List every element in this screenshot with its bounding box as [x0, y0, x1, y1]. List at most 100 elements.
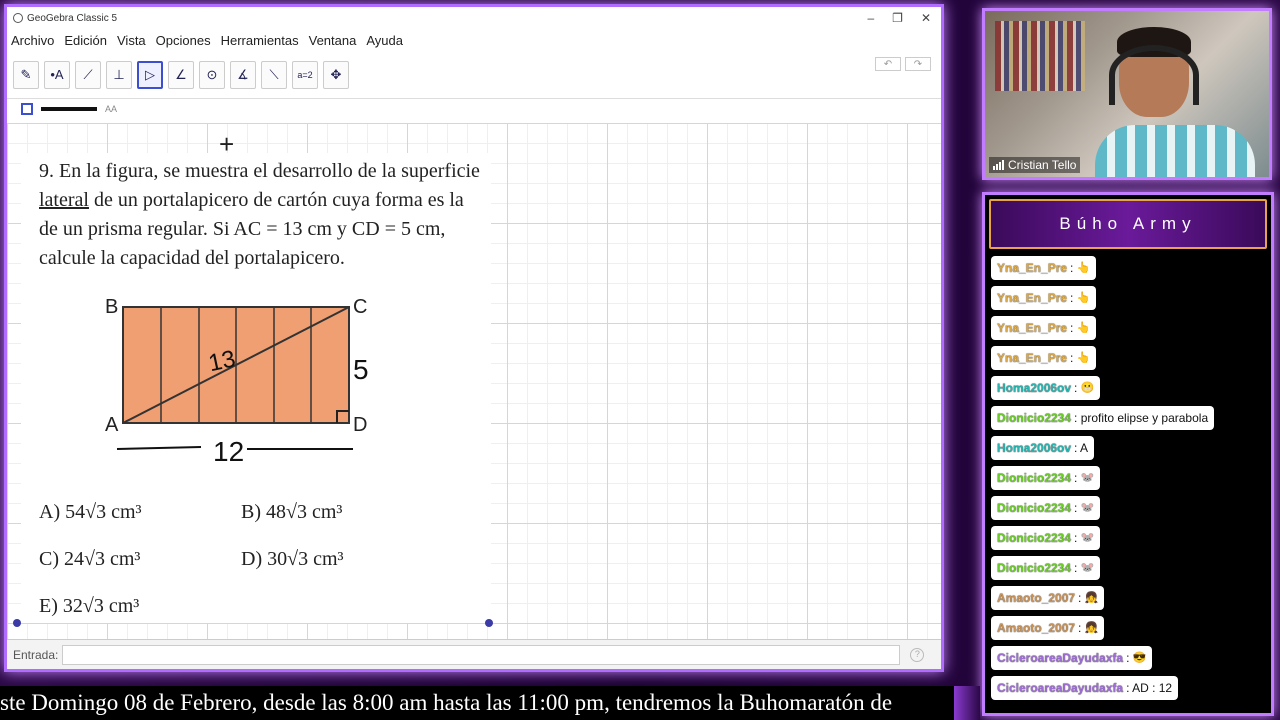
ticker-edge: [954, 686, 980, 720]
emoji-icon: 😎: [1132, 652, 1147, 664]
problem-line-1: 9. En la figura, se muestra el desarroll…: [39, 160, 480, 182]
toolbar: ✎ •A ⟋ ⊥ ▷ ∠ ⊙ ∡ ⟍ a=2 ✥ ↶ ↷: [7, 51, 941, 99]
chat-message: Dionicio2234 : profito elipse y parabola: [991, 406, 1215, 430]
chat-row: CicleroareaDayudaxfa : AD : 12: [989, 673, 1271, 703]
move-tool-icon[interactable]: ✎: [13, 60, 39, 89]
polygon-tool-icon[interactable]: ▷: [137, 60, 163, 89]
chat-message: Yna_En_Pre : 👆: [991, 316, 1097, 340]
chat-message: Homa2006ov : A: [991, 436, 1095, 460]
menu-bar: Archivo Edición Vista Opciones Herramien…: [7, 29, 941, 51]
emoji-icon: 🐭: [1080, 562, 1095, 574]
menu-ventana[interactable]: Ventana: [309, 33, 357, 48]
image-corner-point-left[interactable]: [13, 619, 21, 627]
menu-archivo[interactable]: Archivo: [11, 33, 54, 48]
option-d: D) 30√3 cm³: [241, 548, 344, 570]
diagonal-length-label: 13: [206, 345, 238, 377]
image-corner-point-right[interactable]: [485, 619, 493, 627]
chat-username: Dionicio2234: [997, 411, 1072, 425]
menu-herramientas[interactable]: Herramientas: [221, 33, 299, 48]
graphics-view[interactable]: + 9. En la figura, se muestra el desarro…: [7, 123, 941, 645]
menu-ayuda[interactable]: Ayuda: [366, 33, 403, 48]
maximize-button[interactable]: ❐: [892, 11, 903, 25]
chat-username: CicleroareaDayudaxfa: [997, 681, 1124, 695]
help-icon[interactable]: ?: [910, 647, 925, 662]
angle-measure-tool-icon[interactable]: ∡: [230, 60, 256, 89]
perpendicular-tool-icon[interactable]: ⊥: [106, 60, 132, 89]
reflect-tool-icon[interactable]: ⟍: [261, 60, 287, 89]
close-button[interactable]: ✕: [921, 11, 931, 25]
chat-text: :: [1078, 591, 1082, 605]
text-size-button[interactable]: AA: [105, 104, 117, 114]
emoji-icon: 👆: [1076, 292, 1091, 304]
chat-row: Amaoto_2007 : 👧: [989, 613, 1271, 643]
redo-button[interactable]: ↷: [905, 57, 931, 71]
presenter: [1095, 25, 1255, 177]
emoji-icon: 👆: [1076, 352, 1091, 364]
chat-username: Dionicio2234: [997, 471, 1072, 485]
chat-username: Yna_En_Pre: [997, 291, 1068, 305]
emoji-icon: 🐭: [1080, 532, 1095, 544]
angle-tool-icon[interactable]: ∠: [168, 60, 194, 89]
chat-text: : A: [1074, 441, 1089, 455]
line-style-icon[interactable]: [41, 107, 97, 111]
chat-username: Yna_En_Pre: [997, 321, 1068, 335]
label-d: D: [353, 414, 367, 436]
chat-message: Yna_En_Pre : 👆: [991, 346, 1097, 370]
point-tool-icon[interactable]: •A: [44, 60, 70, 89]
color-swatch-icon[interactable]: [21, 103, 33, 115]
news-ticker: ste Domingo 08 de Febrero, desde las 8:0…: [0, 686, 954, 720]
chat-text: :: [1070, 291, 1074, 305]
problem-line-2-rest: de un portalapicero de cartón cuya forma…: [88, 189, 464, 211]
chat-username: Homa2006ov: [997, 441, 1072, 455]
chat-row: Yna_En_Pre : 👆: [989, 313, 1271, 343]
geogebra-logo-icon: [13, 13, 23, 23]
base-dimension-line-left: [116, 446, 202, 450]
chat-message: Yna_En_Pre : 👆: [991, 256, 1097, 280]
input-field[interactable]: [62, 644, 901, 665]
emoji-icon: 👧: [1084, 592, 1099, 604]
chat-username: Homa2006ov: [997, 381, 1072, 395]
emoji-icon: 😬: [1080, 382, 1095, 394]
chat-row: Dionicio2234 : 🐭: [989, 523, 1271, 553]
chat-username: Amaoto_2007: [997, 591, 1076, 605]
side-length-label: 5: [353, 354, 369, 385]
menu-opciones[interactable]: Opciones: [156, 33, 211, 48]
undo-button[interactable]: ↶: [875, 57, 901, 71]
move-graphics-tool-icon[interactable]: ✥: [323, 60, 349, 89]
chat-row: Amaoto_2007 : 👧: [989, 583, 1271, 613]
menu-vista[interactable]: Vista: [117, 33, 146, 48]
chat-text: :: [1078, 621, 1082, 635]
chat-row: Dionicio2234 : 🐭: [989, 553, 1271, 583]
menu-edicion[interactable]: Edición: [64, 33, 107, 48]
chat-username: Dionicio2234: [997, 501, 1072, 515]
bookshelf: [995, 21, 1085, 91]
stream-overlay: GeoGebra Classic 5 – ❐ ✕ Archivo Edición…: [0, 0, 1280, 720]
signal-bars-icon: [993, 160, 1004, 170]
problem-image[interactable]: 9. En la figura, se muestra el desarroll…: [21, 153, 491, 623]
chat-row: Dionicio2234 : 🐭: [989, 463, 1271, 493]
chat-row: Homa2006ov : 😬: [989, 373, 1271, 403]
style-bar: AA: [7, 99, 941, 119]
window-title: GeoGebra Classic 5: [27, 12, 118, 24]
chat-text: :: [1070, 321, 1074, 335]
chat-text: :: [1074, 531, 1078, 545]
chat-row: Yna_En_Pre : 👆: [989, 253, 1271, 283]
chat-messages: Yna_En_Pre : 👆 Yna_En_Pre : 👆 Yna_En_Pre : 👆 Y…: [985, 253, 1271, 703]
chat-text: :: [1070, 261, 1074, 275]
chat-text: :: [1074, 471, 1078, 485]
chat-message: Amaoto_2007 : 👧: [991, 586, 1105, 610]
camera-name-label: Cristian Tello: [989, 157, 1081, 173]
input-label: Entrada:: [13, 647, 59, 662]
slider-tool-icon[interactable]: a=2: [292, 60, 318, 89]
chat-row: Yna_En_Pre : 👆: [989, 283, 1271, 313]
chat-panel: Búho Army Yna_En_Pre : 👆 Yna_En_Pre : 👆 Yna_…: [982, 192, 1274, 716]
chat-row: Homa2006ov : A: [989, 433, 1271, 463]
emoji-icon: 👆: [1076, 262, 1091, 274]
line-tool-icon[interactable]: ⟋: [75, 60, 101, 89]
chat-message: Dionicio2234 : 🐭: [991, 556, 1101, 580]
chat-username: Amaoto_2007: [997, 621, 1076, 635]
chat-text: :: [1070, 351, 1074, 365]
minimize-button[interactable]: –: [867, 11, 874, 25]
geogebra-window: GeoGebra Classic 5 – ❐ ✕ Archivo Edición…: [4, 4, 944, 672]
circle-tool-icon[interactable]: ⊙: [199, 60, 225, 89]
